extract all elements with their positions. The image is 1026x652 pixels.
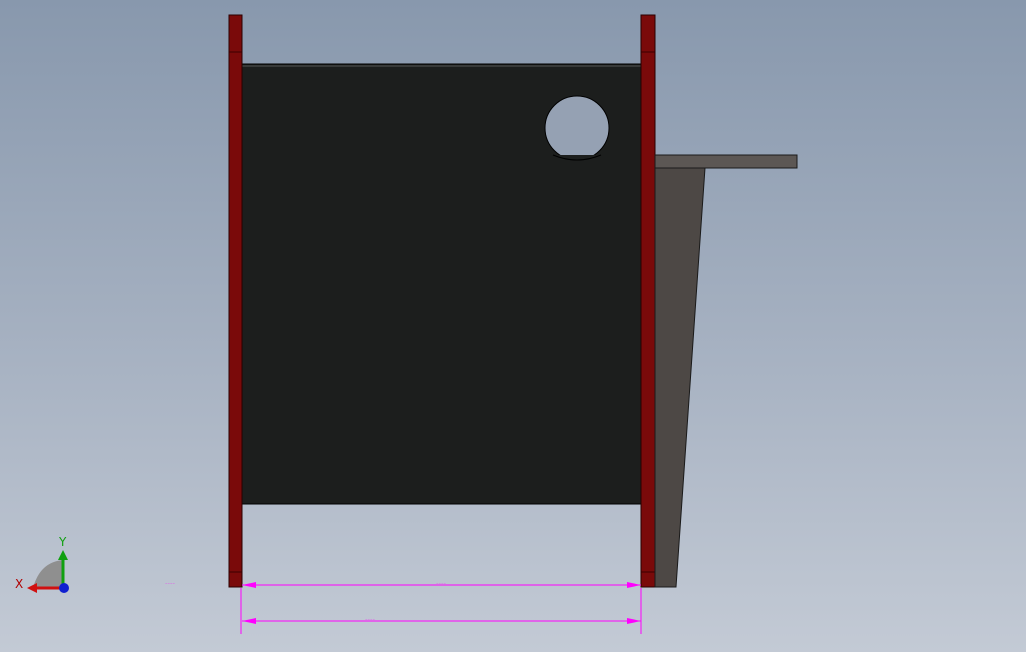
bracket-gusset[interactable] [654,167,706,588]
coordinate-triad-icon: X Y [15,535,69,593]
bracket-top-plate[interactable] [654,154,798,169]
axis-x-label: X [15,577,23,591]
dimension-outer-text: ~~~~ [365,617,376,621]
left-flange[interactable] [228,14,243,588]
right-flange[interactable] [640,14,656,588]
stray-annotation: ~~~~ [165,581,176,585]
model-view[interactable]: ~~~~ ~~~~ ~~~~ X Y [0,0,1026,652]
dimension-inner-text: ~~~~ [436,581,447,585]
hole-circle[interactable] [544,95,610,161]
dimension-outer[interactable]: ~~~~ [240,588,642,634]
graphics-viewport[interactable]: ~~~~ ~~~~ ~~~~ X Y [0,0,1026,652]
dimension-inner[interactable]: ~~~~ [242,581,641,588]
axis-y-label: Y [58,535,67,549]
